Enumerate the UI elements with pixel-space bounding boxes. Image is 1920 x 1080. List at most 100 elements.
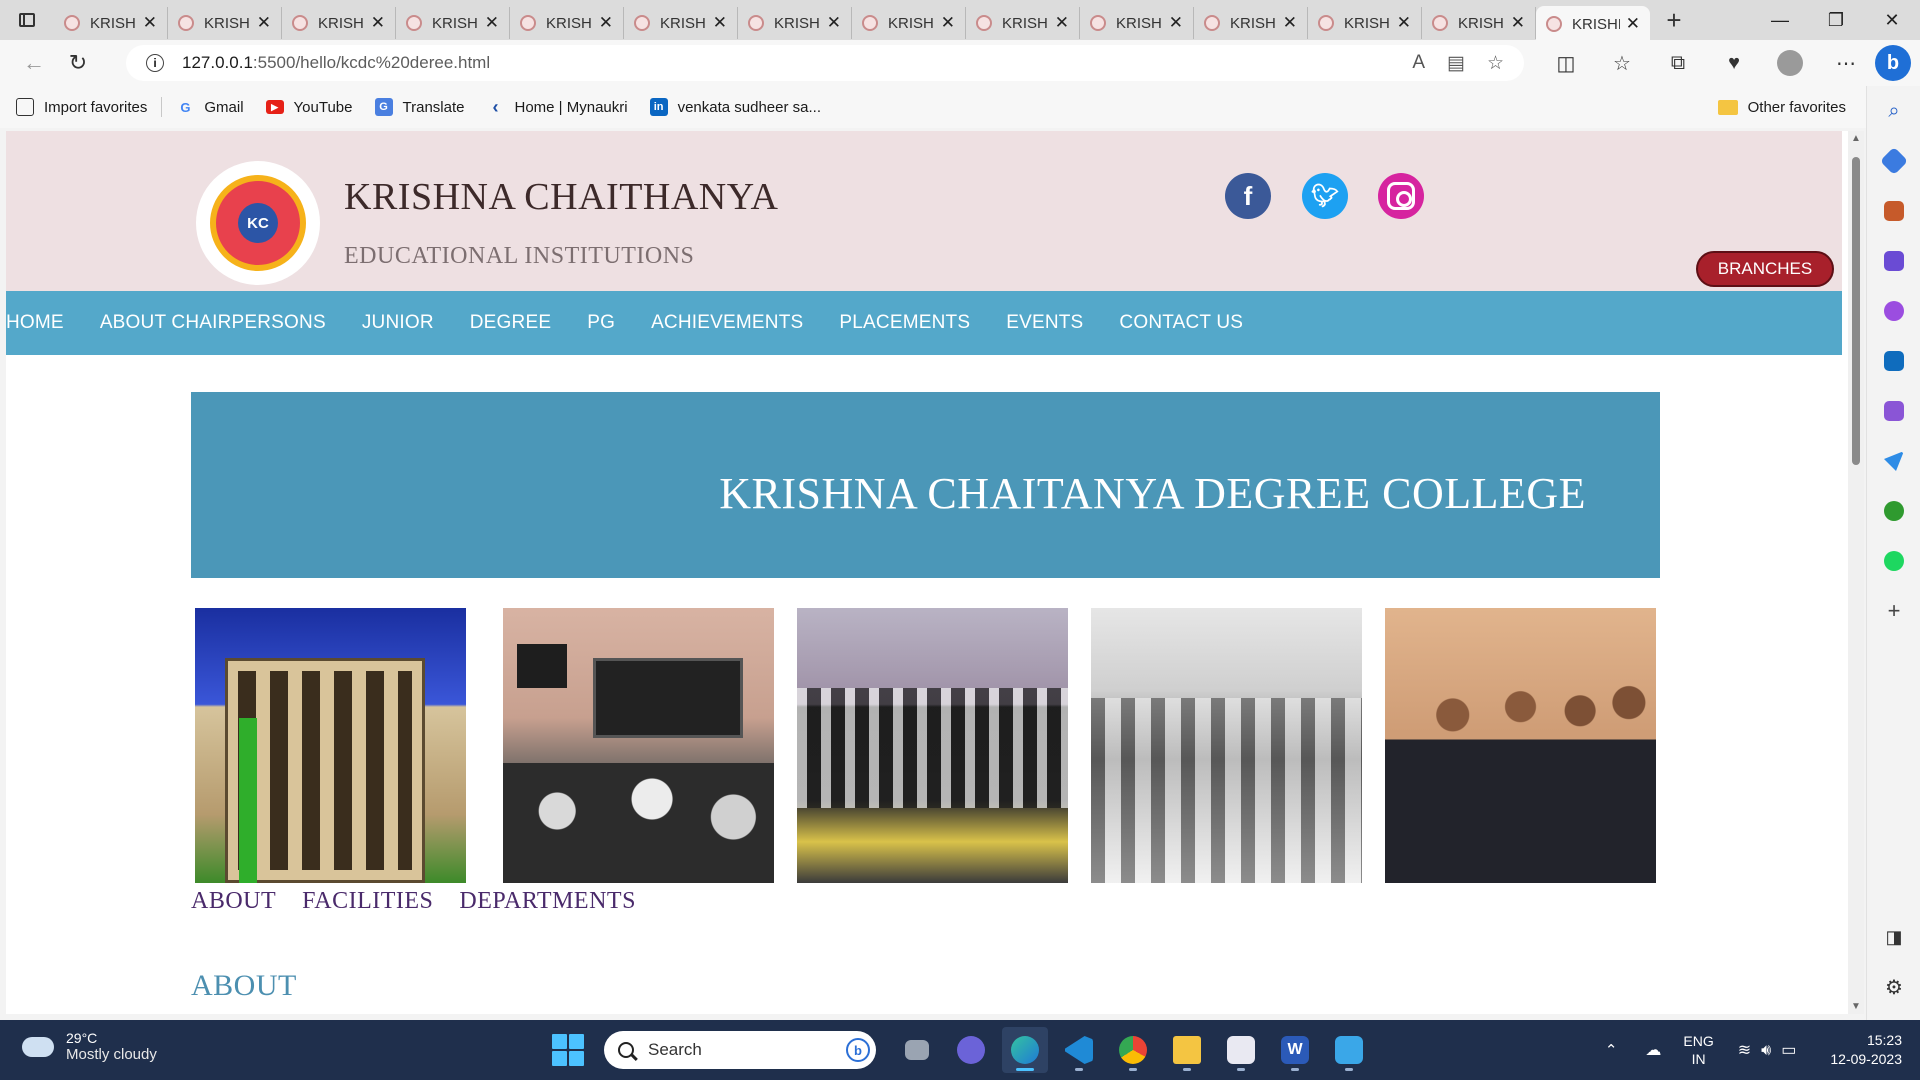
sidebar-shopping[interactable] [1867,136,1920,186]
read-aloud-icon[interactable]: A [1412,52,1425,74]
browser-tab[interactable]: KRISHNA✕ [966,7,1080,39]
browser-tab[interactable]: KRISHNA✕ [1422,7,1536,39]
show-hidden-icons[interactable]: ⌃ [1605,1041,1618,1059]
taskbar-task-view[interactable] [894,1027,940,1073]
nav-pg[interactable]: PG [587,312,615,334]
instagram-link[interactable] [1378,173,1424,219]
address-bar[interactable]: i 127.0.0.1:5500/hello/kcdc%20deree.html… [126,45,1524,81]
profile-avatar[interactable] [1777,50,1803,76]
sidebar-games[interactable] [1867,236,1920,286]
nav-contact-us[interactable]: CONTACT US [1119,312,1243,334]
reload-button[interactable]: ↻ [56,45,100,81]
browser-tab[interactable]: KRISHNA✕ [852,7,966,39]
sidebar-spotify[interactable] [1867,536,1920,586]
sidebar-tools[interactable] [1867,186,1920,236]
taskbar-edge[interactable] [1002,1027,1048,1073]
scroll-up-icon[interactable]: ▲ [1851,133,1861,144]
restore-button[interactable]: ❐ [1808,0,1864,40]
close-tab-icon[interactable]: ✕ [713,13,727,33]
taskbar-file-explorer[interactable] [1164,1027,1210,1073]
nav-about-chairpersons[interactable]: ABOUT CHAIRPERSONS [100,312,326,334]
close-tab-icon[interactable]: ✕ [1283,13,1297,33]
close-tab-icon[interactable]: ✕ [257,13,271,33]
close-tab-icon[interactable]: ✕ [143,13,157,33]
taskbar-chrome[interactable] [1110,1027,1156,1073]
browser-tab[interactable]: KRISHNA✕ [1308,7,1422,39]
collections-button[interactable]: ⧉ [1650,40,1706,86]
browser-tab[interactable]: KRISHNA✕ [510,7,624,39]
sidebar-settings[interactable]: ⚙ [1867,962,1920,1012]
close-tab-icon[interactable]: ✕ [599,13,613,33]
browser-tab-active[interactable]: KRISHNA✕ [1536,6,1650,42]
nav-placements[interactable]: PLACEMENTS [839,312,970,334]
favorite-star-icon[interactable]: ☆ [1487,52,1504,75]
sidebar-add[interactable]: + [1867,586,1920,636]
taskbar-vscode[interactable] [1056,1027,1102,1073]
close-tab-icon[interactable]: ✕ [941,13,955,33]
browser-tab[interactable]: KRISHNA✕ [168,7,282,39]
nav-home[interactable]: HOME [6,312,64,334]
close-tab-icon[interactable]: ✕ [485,13,499,33]
sidebar-search[interactable]: ⌕ [1867,86,1920,136]
sidebar-hide[interactable]: ◨ [1867,912,1920,962]
close-tab-icon[interactable]: ✕ [1169,13,1183,33]
back-button[interactable]: ← [12,45,56,81]
link-departments[interactable]: DEPARTMENTS [459,888,636,915]
browser-tab[interactable]: KRISHNA✕ [738,7,852,39]
bookmark-gmail[interactable]: G Gmail [176,98,243,116]
language-indicator[interactable]: ENG IN [1683,1032,1713,1068]
nav-achievements[interactable]: ACHIEVEMENTS [651,312,803,334]
nav-degree[interactable]: DEGREE [470,312,551,334]
browser-tab[interactable]: KRISHNA✕ [54,7,168,39]
onedrive-icon[interactable]: ☁ [1645,1040,1661,1060]
close-tab-icon[interactable]: ✕ [1511,13,1525,33]
immersive-reader-icon[interactable]: ▤ [1447,52,1465,75]
college-logo[interactable]: KC [196,161,320,285]
browser-tab[interactable]: KRISHNA✕ [282,7,396,39]
scrollbar-thumb[interactable] [1852,157,1860,465]
clock[interactable]: 15:23 12-09-2023 [1830,1031,1902,1069]
new-tab-button[interactable]: + [1654,0,1694,40]
branches-button[interactable]: BRANCHES [1696,251,1834,287]
network-volume-battery[interactable]: ≋🔊︎▭ [1738,1040,1807,1060]
close-tab-icon[interactable]: ✕ [371,13,385,33]
other-favorites[interactable]: Other favorites [1717,86,1846,128]
nav-junior[interactable]: JUNIOR [362,312,434,334]
scroll-down-icon[interactable]: ▼ [1851,1001,1861,1012]
browser-tab[interactable]: KRISHNA✕ [1194,7,1308,39]
browser-tab[interactable]: KRISHNA✕ [624,7,738,39]
site-info-icon[interactable]: i [146,54,164,72]
sidebar-microsoft365[interactable] [1867,286,1920,336]
minimize-button[interactable]: — [1752,0,1808,40]
close-tab-icon[interactable]: ✕ [1626,14,1640,34]
bookmark-youtube[interactable]: ▶ YouTube [265,99,353,116]
split-screen-button[interactable]: ◫ [1538,40,1594,86]
bookmark-linkedin[interactable]: in venkata sudheer sa... [649,98,821,116]
bookmark-mynaukri[interactable]: ‹ Home | Mynaukri [486,97,627,117]
close-window-button[interactable]: ✕ [1864,0,1920,40]
browser-tab[interactable]: KRISHNA✕ [396,7,510,39]
copilot-button[interactable]: b [1866,40,1920,86]
start-button[interactable] [552,1034,584,1066]
sidebar-designer[interactable] [1867,386,1920,436]
tab-actions-button[interactable] [0,0,54,40]
link-facilities[interactable]: FACILITIES [302,888,433,915]
taskbar-notepad[interactable] [1326,1027,1372,1073]
link-about[interactable]: ABOUT [191,888,276,915]
favorites-button[interactable]: ☆ [1594,40,1650,86]
bookmark-translate[interactable]: G Translate [374,98,464,116]
sidebar-tree[interactable] [1867,486,1920,536]
sidebar-outlook[interactable] [1867,336,1920,386]
taskbar-snipping-tool[interactable] [1218,1027,1264,1073]
twitter-link[interactable]: 🐦︎ [1302,173,1348,219]
close-tab-icon[interactable]: ✕ [1397,13,1411,33]
sidebar-send[interactable] [1867,436,1920,486]
taskbar-teams[interactable] [948,1027,994,1073]
bookmark-import-favorites[interactable]: Import favorites [16,98,147,116]
browser-essentials-button[interactable]: ♥ [1706,40,1762,86]
close-tab-icon[interactable]: ✕ [827,13,841,33]
taskbar-search[interactable]: Search b [604,1031,876,1069]
facebook-link[interactable]: f [1225,173,1271,219]
page-scrollbar[interactable]: ▲ ▼ [1848,131,1864,1014]
close-tab-icon[interactable]: ✕ [1055,13,1069,33]
